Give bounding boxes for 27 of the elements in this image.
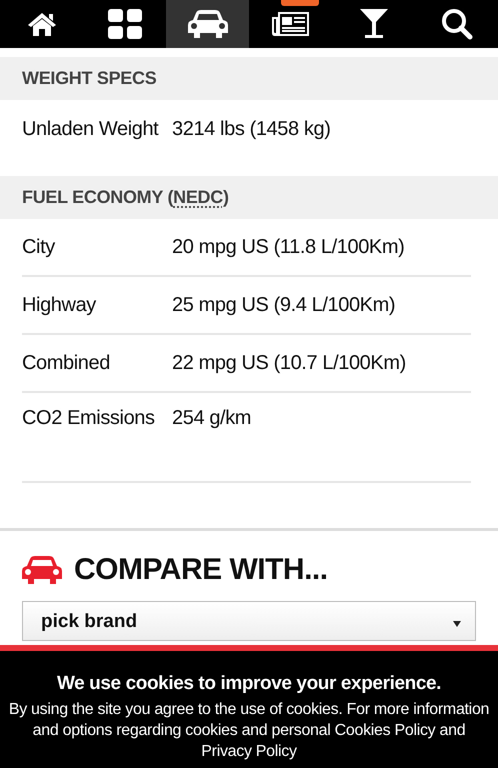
compare-title: COMPARE WITH... [74, 553, 328, 587]
privacy-policy-link[interactable]: Privacy Policy [201, 743, 297, 760]
spec-label: Combined [22, 352, 111, 374]
spec-value: 20 mpg US (11.8 L/100Km) [172, 236, 404, 258]
cookies-policy-link[interactable]: Cookies Policy [334, 722, 436, 739]
section-title: FUEL ECONOMY (NEDC) [22, 187, 229, 208]
spec-label: City [22, 236, 56, 258]
spec-label: Highway [22, 294, 97, 316]
nav-tab[interactable] [166, 0, 249, 48]
grid-icon [108, 9, 142, 39]
spec-value: 22 mpg US (10.7 L/100Km) [172, 352, 406, 374]
car-icon [188, 9, 228, 39]
spec-value: 3214 lbs (1458 kg) [172, 118, 330, 140]
spec-label: Unladen Weight [22, 118, 160, 140]
spec-value: 25 mpg US (9.4 L/100Km) [172, 294, 396, 316]
car-icon [22, 555, 62, 585]
section-title: WEIGHT SPECS [22, 68, 156, 89]
cookie-text: By using the site you agree to the use of cookies. For more information and options regarding cookies and personal Cookies Policy and Privacy Policy [8, 700, 490, 762]
search-icon [440, 8, 472, 40]
caret-icon [453, 621, 461, 627]
spec-value: 254 g/km [172, 407, 252, 430]
cookie-title: We use cookies to improve your experience. [56, 673, 442, 695]
newspaper-icon [272, 11, 310, 37]
home-icon [26, 11, 56, 37]
cocktail-glass-icon [360, 9, 388, 39]
brand-dropdown[interactable]: pick brand [22, 601, 476, 641]
spec-label: CO2 Emissions [22, 407, 156, 430]
